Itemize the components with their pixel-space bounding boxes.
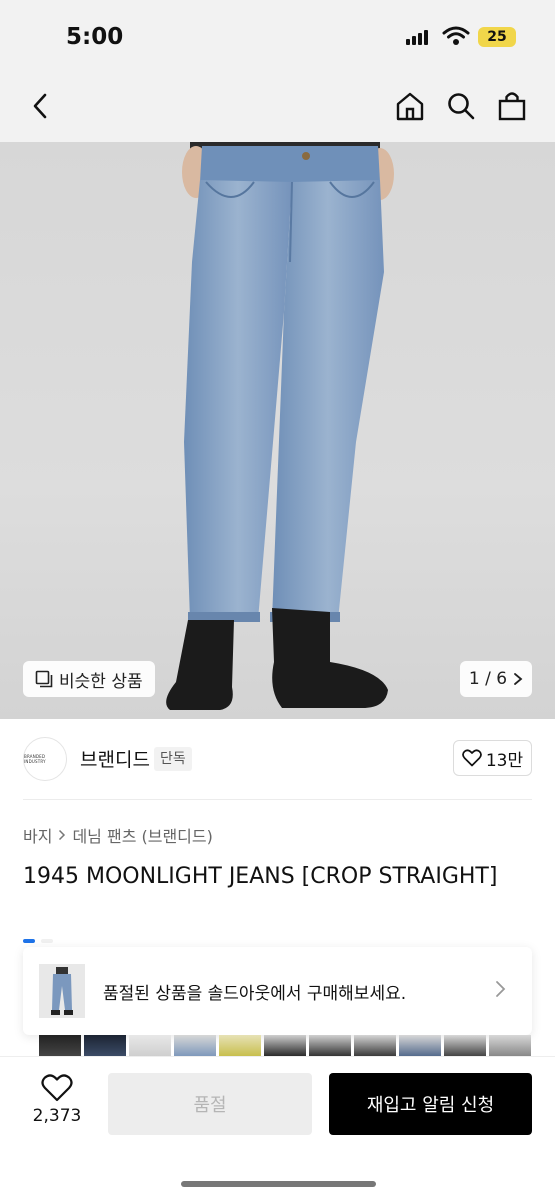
related-product-thumbnail[interactable] bbox=[489, 1035, 531, 1056]
brand-like-count: 13만 bbox=[485, 750, 524, 771]
brand-like-button[interactable]: 13만 bbox=[453, 740, 532, 776]
wifi-icon bbox=[442, 26, 470, 45]
related-product-thumbnail[interactable] bbox=[39, 1035, 81, 1056]
product-badges bbox=[23, 939, 53, 943]
status-bar: 5:00 25 bbox=[0, 0, 555, 70]
related-product-thumbnail[interactable] bbox=[354, 1035, 396, 1056]
related-product-thumbnail[interactable] bbox=[219, 1035, 261, 1056]
shopping-bag-icon bbox=[498, 92, 526, 121]
exclusive-badge: 단독 bbox=[154, 747, 192, 771]
top-nav-bar bbox=[0, 70, 555, 142]
related-product-thumbnail[interactable] bbox=[264, 1035, 306, 1056]
chevron-right-icon bbox=[514, 673, 523, 685]
bottom-action-bar: 2,373 품절 재입고 알림 신청 bbox=[0, 1056, 555, 1200]
chevron-right-icon bbox=[496, 981, 506, 997]
breadcrumb-subcategory[interactable]: 데님 팬츠 (브랜디드) bbox=[72, 823, 212, 847]
related-product-thumbnail[interactable] bbox=[444, 1035, 486, 1056]
banner-product-thumbnail bbox=[39, 964, 85, 1018]
related-product-thumbnail[interactable] bbox=[129, 1035, 171, 1056]
similar-products-label: 비슷한 상품 bbox=[59, 671, 143, 692]
heart-icon bbox=[462, 749, 482, 767]
related-product-thumbnail[interactable] bbox=[174, 1035, 216, 1056]
chevron-right-icon bbox=[59, 829, 66, 841]
image-page-indicator[interactable]: 1 / 6 bbox=[460, 661, 532, 697]
cellular-signal-icon bbox=[406, 29, 432, 45]
status-time: 5:00 bbox=[66, 24, 124, 50]
product-badge-secondary bbox=[41, 939, 53, 943]
related-product-thumbnail[interactable] bbox=[309, 1035, 351, 1056]
related-product-thumbnail[interactable] bbox=[399, 1035, 441, 1056]
related-product-thumbnail[interactable] bbox=[84, 1035, 126, 1056]
soldout-button: 품절 bbox=[108, 1073, 312, 1135]
page-indicator-text: 1 / 6 bbox=[468, 669, 508, 689]
product-title: 1945 MOONLIGHT JEANS [CROP STRAIGHT] bbox=[23, 864, 498, 889]
similar-items-icon bbox=[35, 670, 53, 688]
breadcrumb: 바지 데님 팬츠 (브랜디드) bbox=[23, 823, 213, 847]
product-image-carousel[interactable]: 비슷한 상품 1 / 6 bbox=[0, 142, 555, 719]
brand-name[interactable]: 브랜디드 bbox=[80, 745, 150, 772]
search-icon bbox=[448, 93, 475, 120]
heart-icon bbox=[41, 1074, 73, 1102]
soldout-banner-text: 품절된 상품을 솔드아웃에서 구매해보세요. bbox=[103, 984, 407, 1004]
similar-products-button[interactable]: 비슷한 상품 bbox=[23, 661, 155, 697]
product-badge-primary bbox=[23, 939, 35, 943]
product-photo-jeans bbox=[166, 142, 394, 710]
battery-indicator: 25 bbox=[478, 27, 516, 47]
back-button[interactable] bbox=[20, 86, 60, 126]
home-button[interactable] bbox=[390, 86, 430, 126]
cart-button[interactable] bbox=[492, 86, 532, 126]
chevron-left-icon bbox=[33, 93, 47, 119]
wishlist-button[interactable]: 2,373 bbox=[28, 1074, 86, 1126]
related-products-strip bbox=[0, 1035, 555, 1056]
search-button[interactable] bbox=[441, 86, 481, 126]
soldout-banner[interactable]: 품절된 상품을 솔드아웃에서 구매해보세요. bbox=[23, 947, 532, 1035]
home-icon bbox=[396, 92, 424, 121]
brand-row: BRANDED INDUSTRY 브랜디드 단독 13만 bbox=[0, 719, 555, 799]
restock-alert-button[interactable]: 재입고 알림 신청 bbox=[329, 1073, 532, 1135]
home-indicator[interactable] bbox=[181, 1181, 376, 1187]
breadcrumb-category[interactable]: 바지 bbox=[23, 823, 52, 847]
divider bbox=[23, 799, 532, 800]
brand-logo[interactable]: BRANDED INDUSTRY bbox=[23, 737, 67, 781]
wishlist-count: 2,373 bbox=[32, 1106, 82, 1126]
